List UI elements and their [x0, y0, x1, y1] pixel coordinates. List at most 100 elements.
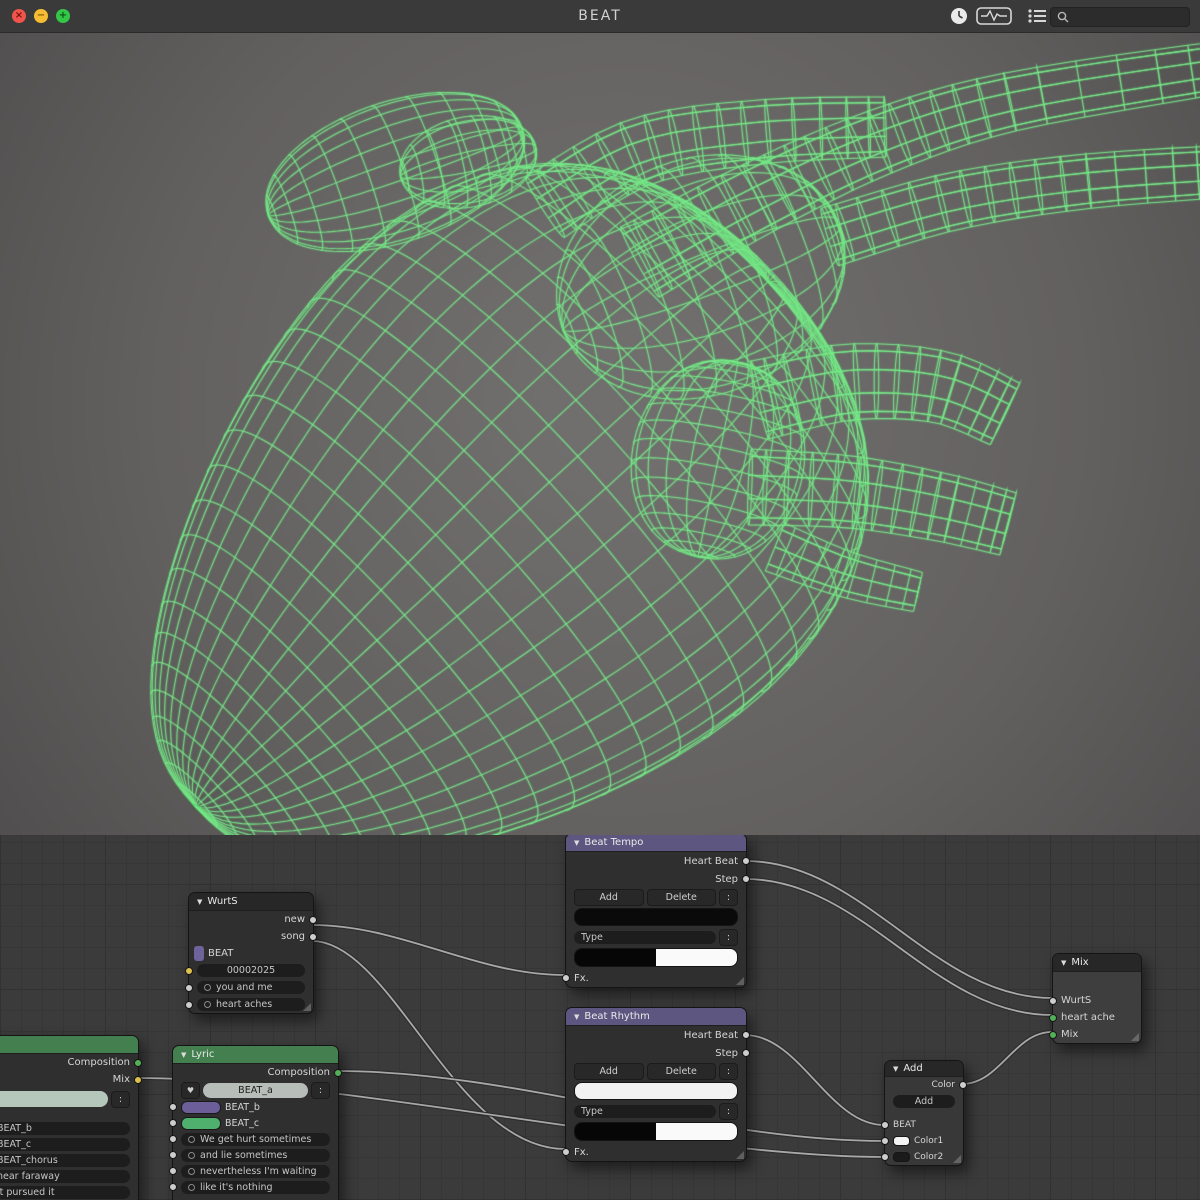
track-field[interactable]: hear faraway: [0, 1169, 130, 1183]
type-dropdown[interactable]: Type: [574, 1104, 716, 1118]
socket-input-mix[interactable]: [1049, 1030, 1057, 1039]
color2-swatch[interactable]: [893, 1152, 910, 1162]
socket-input-you-and-me[interactable]: [185, 983, 193, 992]
socket-input-beat[interactable]: [881, 1121, 889, 1129]
ramp-black-half: [575, 949, 656, 966]
socket-input-heart-ache[interactable]: [1049, 1013, 1057, 1022]
color-ramp[interactable]: [574, 948, 738, 967]
node-title: Beat Tempo: [584, 837, 644, 848]
socket-output-mix[interactable]: [134, 1075, 142, 1084]
output-label: Composition: [67, 1057, 130, 1068]
resize-grip[interactable]: [1131, 1033, 1139, 1041]
color-ramp[interactable]: [574, 1122, 738, 1141]
socket-input-heart-aches[interactable]: [185, 1000, 193, 1009]
node-beat-tempo[interactable]: ▼ Beat Tempo Heart Beat Step Add Delete :…: [562, 835, 750, 988]
color1-swatch[interactable]: [893, 1136, 910, 1146]
wire-heartbeat-to-mix[interactable]: [744, 860, 1053, 999]
socket-line[interactable]: [169, 1167, 177, 1175]
delete-button[interactable]: Delete: [646, 888, 716, 906]
lyric-line-field[interactable]: and lie sometimes: [181, 1148, 330, 1162]
node-editor[interactable]: ▼ WurtS new song BEAT 00002025 you and me…: [0, 835, 1200, 1200]
text-field[interactable]: you and me: [197, 981, 305, 994]
menu-button[interactable]: :: [719, 888, 738, 906]
heart-icon[interactable]: ♥: [181, 1081, 200, 1099]
resize-grip[interactable]: [303, 1003, 311, 1011]
wire-addcolor-to-mix[interactable]: [961, 1031, 1053, 1085]
lyric-line-field[interactable]: nevertheless I'm waiting: [181, 1164, 330, 1178]
socket-input-fx[interactable]: [562, 974, 570, 982]
operation-dropdown[interactable]: Add: [893, 1094, 955, 1108]
node-beat-rhythm[interactable]: ▼ Beat Rhythm Heart Beat Step Add Delete …: [562, 1007, 750, 1162]
menu-button[interactable]: :: [719, 1102, 738, 1120]
wire-rhythm-to-add[interactable]: [744, 1034, 885, 1126]
track-field[interactable]: it pursued it: [0, 1185, 130, 1199]
color-swatch[interactable]: [574, 1082, 738, 1100]
type-dropdown[interactable]: Type: [574, 930, 716, 944]
output-label: Heart Beat: [683, 1029, 738, 1041]
list-icon[interactable]: [1026, 7, 1048, 29]
socket-input-color1[interactable]: [881, 1137, 889, 1145]
add-button[interactable]: Add: [574, 1062, 644, 1080]
collapse-icon[interactable]: ▼: [197, 898, 202, 906]
search-input[interactable]: [1050, 7, 1190, 27]
node-mix[interactable]: ▼ Mix WurtS heart ache Mix: [1049, 953, 1142, 1044]
node-left-lyric[interactable]: Composition Mix : BEAT_b BEAT_c BEAT_cho…: [0, 1035, 142, 1200]
socket-output-heart-beat[interactable]: [742, 1031, 750, 1039]
wire-song-to-tempo-fx[interactable]: [311, 924, 566, 976]
track-field[interactable]: BEAT_chorus: [0, 1153, 130, 1167]
color-swatch[interactable]: [574, 908, 738, 926]
track-color-swatch[interactable]: [181, 1100, 221, 1114]
socket-output-song[interactable]: [309, 932, 317, 941]
selected-color-swatch[interactable]: [0, 1091, 108, 1107]
track-color-swatch[interactable]: [181, 1116, 221, 1130]
menu-button[interactable]: :: [111, 1090, 130, 1108]
text-field[interactable]: heart aches: [197, 998, 305, 1011]
collapse-icon[interactable]: ▼: [181, 1051, 186, 1059]
collapse-icon[interactable]: ▼: [574, 1013, 579, 1021]
id-value-field[interactable]: 00002025: [197, 964, 305, 977]
socket-output-composition[interactable]: [134, 1058, 142, 1067]
socket-output-color[interactable]: [959, 1081, 967, 1089]
collapse-icon[interactable]: ▼: [574, 839, 579, 847]
menu-button[interactable]: :: [719, 928, 738, 946]
menu-button[interactable]: :: [311, 1081, 330, 1099]
socket-line[interactable]: [169, 1183, 177, 1191]
socket-output-composition[interactable]: [334, 1068, 342, 1077]
collapse-icon[interactable]: ▼: [1061, 959, 1066, 967]
socket-track[interactable]: [169, 1103, 177, 1111]
resize-grip[interactable]: [953, 1155, 961, 1163]
node-add[interactable]: ▼ Add Color Add BEAT Color1 Color2: [881, 1060, 967, 1166]
wire-step-to-mix[interactable]: [744, 878, 1053, 1016]
socket-output-step[interactable]: [742, 1049, 750, 1057]
clock-icon[interactable]: [950, 7, 968, 29]
socket-input-color2[interactable]: [881, 1153, 889, 1161]
waveform-icon[interactable]: [976, 7, 1012, 29]
node-title: Mix: [1071, 957, 1089, 968]
track-selector[interactable]: BEAT_a: [203, 1082, 308, 1098]
lyric-line-field[interactable]: We get hurt sometimes: [181, 1132, 330, 1146]
socket-output-heart-beat[interactable]: [742, 857, 750, 865]
socket-output-new[interactable]: [309, 915, 317, 924]
menu-button[interactable]: :: [719, 1062, 738, 1080]
track-field[interactable]: BEAT_c: [0, 1137, 130, 1151]
ramp-black-half: [575, 1123, 656, 1140]
node-title: WurtS: [207, 896, 238, 907]
socket-track[interactable]: [169, 1119, 177, 1127]
lyric-line-field[interactable]: like it's nothing: [181, 1180, 330, 1194]
socket-input-fx[interactable]: [562, 1148, 570, 1156]
socket-input-wurts[interactable]: [1049, 996, 1057, 1005]
output-label: Mix: [112, 1074, 130, 1085]
track-field[interactable]: BEAT_b: [0, 1121, 130, 1135]
resize-grip[interactable]: [736, 977, 744, 985]
viewport-3d-heart-wireframe[interactable]: [0, 32, 1200, 835]
collapse-icon[interactable]: ▼: [893, 1065, 898, 1073]
socket-line[interactable]: [169, 1135, 177, 1143]
node-lyric[interactable]: ▼ Lyric Composition ♥ BEAT_a : BEAT_b BEA…: [169, 1045, 342, 1200]
node-wurts[interactable]: ▼ WurtS new song BEAT 00002025 you and me…: [185, 892, 317, 1014]
resize-grip[interactable]: [736, 1151, 744, 1159]
add-button[interactable]: Add: [574, 888, 644, 906]
socket-line[interactable]: [169, 1151, 177, 1159]
socket-output-step[interactable]: [742, 875, 750, 883]
socket-input-id[interactable]: [185, 966, 193, 975]
delete-button[interactable]: Delete: [646, 1062, 716, 1080]
